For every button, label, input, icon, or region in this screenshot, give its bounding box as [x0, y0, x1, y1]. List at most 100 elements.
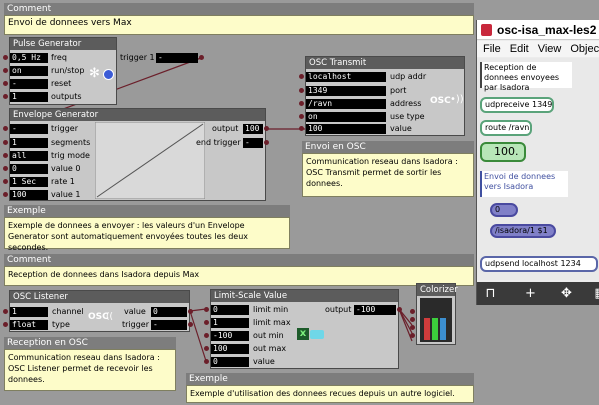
output-port[interactable] — [264, 140, 269, 145]
channel-field[interactable]: 1 — [10, 307, 48, 317]
input-port[interactable] — [3, 322, 8, 327]
comment-body[interactable]: Exemple de donnees a envoyer : les valeu… — [4, 217, 290, 252]
value1-field[interactable]: 100 — [10, 190, 48, 200]
trigger-field[interactable]: - — [10, 124, 48, 134]
value-label: value — [390, 124, 412, 133]
comment-header: Reception en OSC — [4, 337, 176, 349]
max-patcher-window[interactable]: osc-isa_max-les2 File Edit View Objec Recep… — [476, 20, 599, 305]
envelope-graph[interactable] — [95, 122, 205, 199]
value-field[interactable]: 0 — [211, 357, 249, 367]
input-port[interactable] — [410, 325, 415, 330]
menu-edit[interactable]: Edit — [510, 43, 529, 55]
runstop-field[interactable]: on — [10, 66, 48, 76]
limit-min-field[interactable]: 0 — [211, 305, 249, 315]
trigger-output-value[interactable]: - — [156, 53, 198, 63]
trigmode-field[interactable]: all — [10, 151, 48, 161]
output-port[interactable] — [199, 55, 204, 60]
input-port[interactable] — [3, 94, 8, 99]
segments-label: segments — [51, 138, 91, 147]
blue-level — [440, 318, 446, 340]
segments-field[interactable]: 1 — [10, 138, 48, 148]
message-box[interactable]: /isadora/1 $1 — [490, 224, 556, 238]
input-port[interactable] — [3, 126, 8, 131]
address-field[interactable]: /ravn — [306, 99, 386, 109]
input-port[interactable] — [204, 320, 209, 325]
patcher-canvas[interactable]: Reception de donnees envoyees par Isador… — [477, 58, 599, 280]
output-port[interactable] — [188, 322, 193, 327]
udp-addr-label: udp addr — [390, 72, 427, 81]
value0-field[interactable]: 0 — [10, 164, 48, 174]
udpreceive-object[interactable]: udpreceive 1349 — [480, 97, 554, 113]
comment-body[interactable]: Communication reseau dans Isadora : OSC … — [4, 349, 176, 391]
comment-body[interactable]: Envoi de donnees vers Max — [4, 15, 474, 35]
limit-max-field[interactable]: 1 — [211, 318, 249, 328]
outputs-label: outputs — [51, 92, 82, 101]
number-box[interactable]: 100. — [480, 142, 526, 162]
lock-icon[interactable]: ⊓ — [483, 286, 498, 301]
input-port[interactable] — [204, 333, 209, 338]
input-port[interactable] — [299, 101, 304, 106]
menu-file[interactable]: File — [483, 43, 501, 55]
input-port[interactable] — [3, 179, 8, 184]
grid-icon[interactable]: ▦ — [593, 286, 599, 301]
input-port[interactable] — [204, 359, 209, 364]
input-port[interactable] — [299, 114, 304, 119]
udpsend-object[interactable]: udpsend localhost 1234 — [480, 256, 598, 272]
udp-addr-field[interactable]: localhost — [306, 72, 386, 82]
input-port[interactable] — [299, 126, 304, 131]
window-title[interactable]: osc-isa_max-les2 — [477, 20, 599, 40]
trigger-label: trigger — [51, 124, 79, 133]
envelope-output-label: output — [212, 124, 239, 133]
max-comment[interactable]: Reception de donnees envoyees par Isador… — [480, 62, 572, 92]
limit-output-value[interactable]: -100 — [354, 305, 396, 315]
input-port[interactable] — [3, 192, 8, 197]
menu-view[interactable]: View — [538, 43, 562, 55]
output-port[interactable] — [264, 126, 269, 131]
route-object[interactable]: route /ravn — [480, 120, 532, 136]
output-port[interactable] — [397, 307, 402, 312]
input-port[interactable] — [3, 166, 8, 171]
actor-title: OSC Transmit — [306, 57, 464, 69]
channel-label: channel — [52, 307, 84, 316]
value-field[interactable]: 100 — [306, 124, 386, 134]
input-port[interactable] — [3, 140, 8, 145]
input-port[interactable] — [299, 88, 304, 93]
comment-body[interactable]: Communication reseau dans Isadora : OSC … — [302, 153, 474, 197]
use-type-label: use type — [390, 112, 425, 121]
input-port[interactable] — [204, 346, 209, 351]
use-type-field[interactable]: on — [306, 112, 386, 122]
int-number-box[interactable]: 0 — [490, 203, 518, 217]
reset-field[interactable]: - — [10, 79, 48, 89]
input-port[interactable] — [204, 307, 209, 312]
input-port[interactable] — [410, 309, 415, 314]
outputs-field[interactable]: 1 — [10, 92, 48, 102]
pulse-icon: ✻ — [89, 66, 100, 81]
type-field[interactable]: float — [10, 320, 48, 330]
freq-field[interactable]: 0,5 Hz — [10, 53, 48, 63]
input-port[interactable] — [3, 55, 8, 60]
input-port[interactable] — [3, 81, 8, 86]
input-port[interactable] — [3, 153, 8, 158]
input-port[interactable] — [3, 309, 8, 314]
comment-body[interactable]: Reception de donnees dans Isadora depuis… — [4, 266, 474, 286]
add-icon[interactable]: + — [523, 286, 538, 301]
input-port[interactable] — [299, 74, 304, 79]
output-port[interactable] — [188, 309, 193, 314]
comment-body[interactable]: Exemple d'utilisation des donnees recues… — [186, 385, 474, 403]
limit-max-label: limit max — [253, 318, 291, 327]
listener-trigger[interactable]: - — [151, 320, 187, 330]
input-port[interactable] — [410, 333, 415, 338]
move-icon[interactable]: ✥ — [559, 286, 574, 301]
trigmode-label: trig mode — [51, 151, 90, 160]
rate1-field[interactable]: 1 Sec — [10, 177, 48, 187]
out-min-field[interactable]: -100 — [211, 331, 249, 341]
listener-value[interactable]: 0 — [151, 307, 187, 317]
port-field[interactable]: 1349 — [306, 86, 386, 96]
max-comment[interactable]: Envoi de donnees vers Isadora — [480, 171, 568, 197]
end-trigger-value[interactable]: - — [243, 138, 263, 148]
out-max-field[interactable]: 100 — [211, 344, 249, 354]
menu-object[interactable]: Objec — [570, 43, 599, 55]
envelope-output-value[interactable]: 100 — [243, 124, 263, 134]
input-port[interactable] — [410, 317, 415, 322]
input-port[interactable] — [3, 68, 8, 73]
